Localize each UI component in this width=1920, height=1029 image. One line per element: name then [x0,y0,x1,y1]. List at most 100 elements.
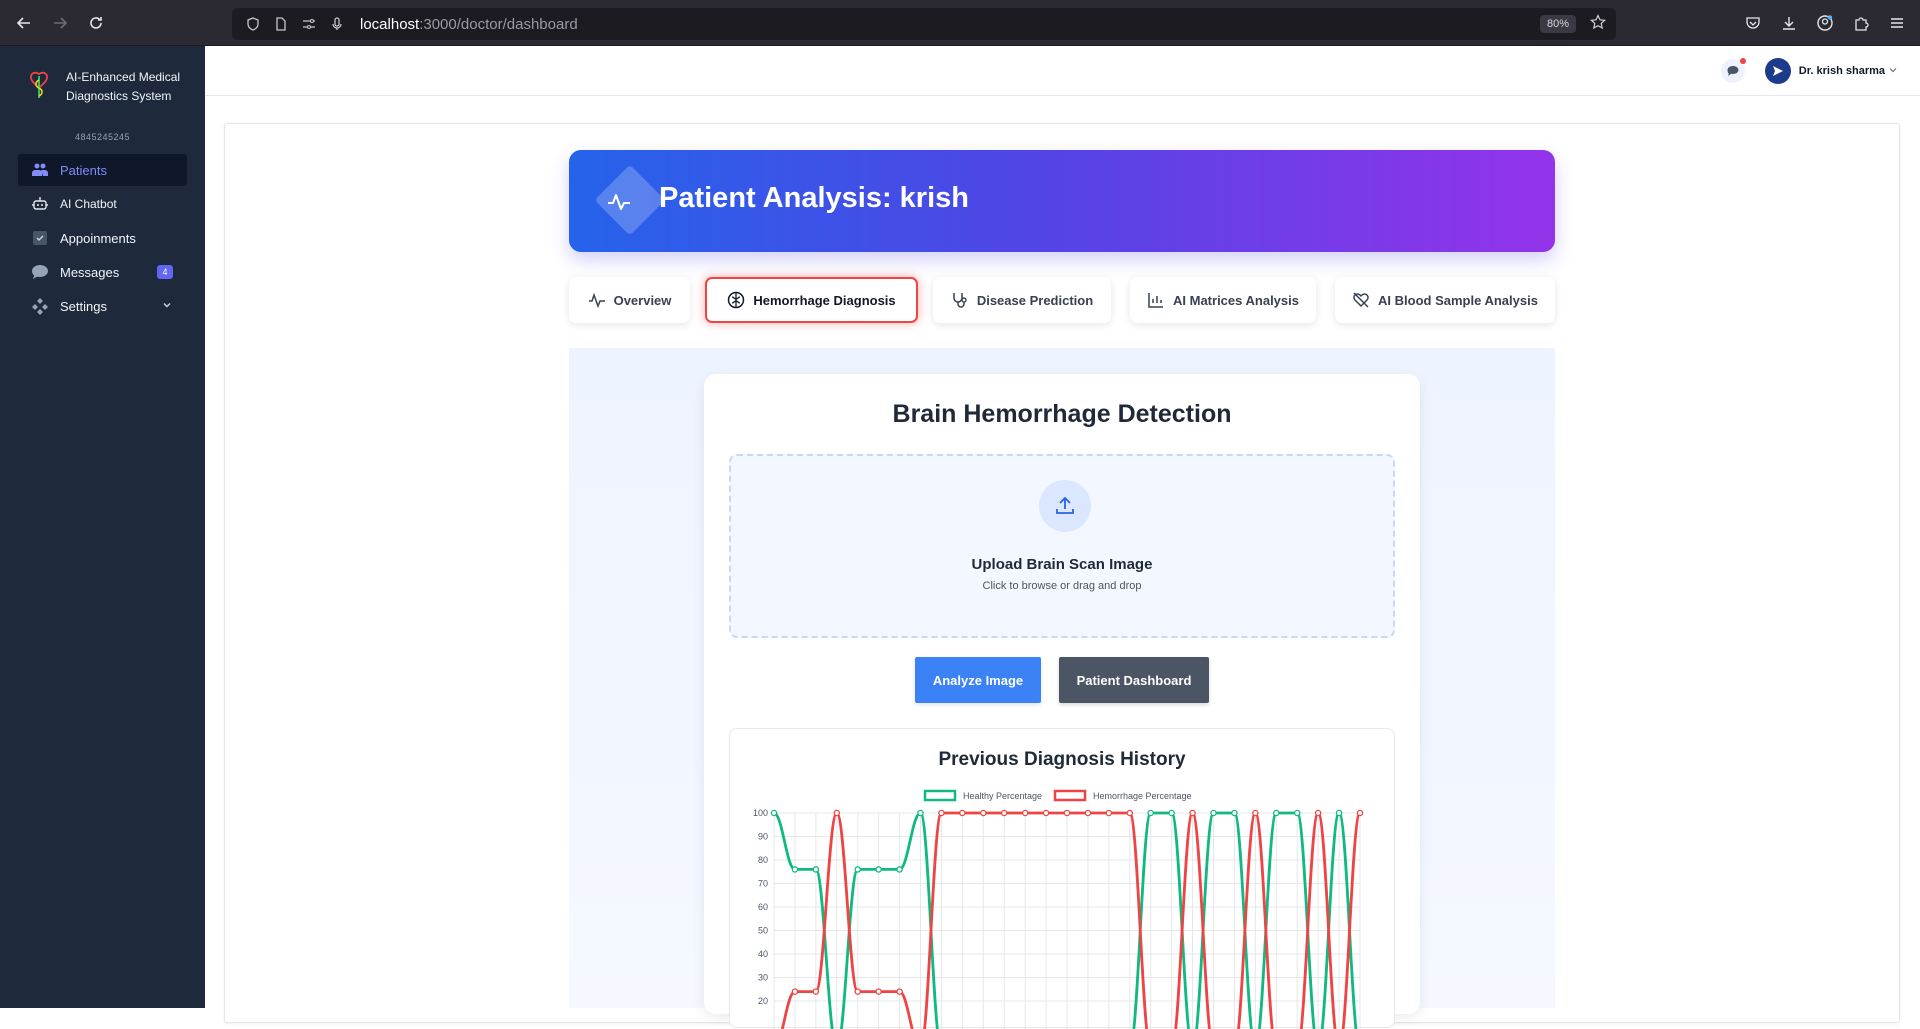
stethoscope-icon [951,291,969,309]
back-icon[interactable] [6,0,42,46]
pocket-icon[interactable] [1742,12,1764,34]
reload-icon[interactable] [78,0,114,46]
diagnosis-history-chart: 100 90 80 70 60 50 40 30 20 Healthy Percentage Hem… [753,789,1364,1029]
forward-icon[interactable] [42,0,78,46]
tab-label: Overview [613,292,672,308]
data-point [1210,809,1217,817]
message-bubble-icon [30,262,50,282]
brain-icon [727,291,745,309]
data-point [1273,809,1280,817]
data-point [791,988,799,995]
tab-hemorrhage-diagnosis[interactable]: Hemorrhage Diagnosis [705,277,918,323]
data-point [1356,809,1364,817]
data-point [875,988,882,995]
data-point [1147,809,1154,817]
messages-count-badge: 4 [157,265,173,279]
sidebar-item-label: Appoinments [60,230,136,246]
tab-label: AI Matrices Analysis [1173,292,1299,308]
patient-analysis-banner: Patient Analysis: krish [569,150,1555,252]
data-point [854,866,861,873]
diagnosis-history-card: Previous Diagnosis History 100 90 80 70 60 50… [729,728,1395,1029]
y-tick-label: 20 [758,996,768,1006]
shield-icon[interactable] [242,13,264,35]
legend-swatch [923,789,957,802]
data-point [1168,809,1175,817]
upload-hint: Click to browse or drag and drop [982,580,1142,592]
browser-tools [1742,0,1908,46]
sidebar-item-appointments[interactable]: Appoinments [18,222,187,254]
tab-ai-matrices-analysis[interactable]: AI Matrices Analysis [1130,277,1316,323]
sidebar-item-settings[interactable]: Settings [18,290,187,322]
data-point [1042,809,1050,817]
chevron-down-icon[interactable] [161,299,173,314]
sidebar: AI-Enhanced Medical Diagnostics System 4… [0,46,205,1008]
data-point [896,988,903,995]
notification-dot [1740,58,1746,64]
y-tick-label: 100 [753,808,768,818]
sidebar-item-patients[interactable]: Patients [18,154,187,186]
chat-notification-icon[interactable] [1721,58,1746,83]
tab-label: AI Blood Sample Analysis [1378,292,1538,308]
menu-icon[interactable] [1886,12,1908,34]
data-point [812,866,820,873]
sidebar-item-label: Patients [60,162,107,178]
legend-label: Healthy Percentage [963,791,1042,801]
extensions-icon[interactable] [1850,12,1872,34]
user-menu[interactable]: Dr. krish sharma [1764,58,1898,84]
data-point [1314,809,1322,817]
address-bar[interactable]: localhost:3000/doctor/dashboard 80% [232,8,1616,40]
calendar-check-icon [30,228,50,248]
data-point [1252,809,1259,817]
tab-label: Disease Prediction [976,292,1094,308]
data-point [980,809,987,817]
data-point [1126,809,1134,817]
brand-line-1: AI-Enhanced Medical [66,70,181,84]
data-point [812,988,820,995]
activity-icon [603,186,635,218]
y-tick-label: 50 [758,926,768,936]
data-point [938,809,945,817]
sidebar-item-ai-chatbot[interactable]: AI Chatbot [18,188,187,220]
data-point [1189,809,1196,817]
legend-swatch [1053,789,1087,802]
sidebar-menu: Patients AI Chatbot Appoinments Messages… [0,154,205,322]
brand[interactable]: AI-Enhanced Medical Diagnostics System [0,46,205,106]
legend-label: Hemorrhage Percentage [1093,791,1192,801]
history-title: Previous Diagnosis History [938,749,1186,770]
analyze-image-button[interactable]: Analyze Image [915,657,1041,703]
y-tick-label: 90 [758,832,768,842]
data-point [1063,809,1071,817]
sidebar-item-messages[interactable]: Messages 4 [18,256,187,288]
tab-label: Hemorrhage Diagnosis [753,292,896,308]
permissions-icon[interactable] [298,13,320,35]
upload-dropzone[interactable]: Upload Brain Scan Image Click to browse … [729,454,1395,638]
doctor-id: 4845245245 [74,132,131,142]
data-point [1021,809,1029,817]
account-icon[interactable] [1814,12,1836,34]
bar-chart-icon [1147,291,1165,309]
brand-name: AI-Enhanced Medical Diagnostics System [66,68,180,106]
patient-dashboard-button[interactable]: Patient Dashboard [1059,657,1209,703]
download-icon[interactable] [1778,12,1800,34]
data-point [917,809,924,817]
user-name: Dr. krish sharma [1798,65,1885,77]
upload-icon [1039,480,1091,532]
settings-icon [30,296,50,316]
microphone-icon[interactable] [326,13,348,35]
upload-title: Upload Brain Scan Image [971,556,1153,573]
avatar [1764,58,1791,84]
data-point [875,866,882,873]
sidebar-item-label: Messages [60,264,120,280]
top-header: Dr. krish sharma [205,46,1920,96]
zoom-level[interactable]: 80% [1539,15,1576,33]
chevron-down-icon [1888,65,1898,78]
data-point [959,809,966,817]
page-icon [270,13,292,35]
bookmark-star-icon[interactable] [1590,14,1606,34]
tab-ai-blood-sample-analysis[interactable]: AI Blood Sample Analysis [1335,277,1555,323]
y-tick-label: 60 [758,902,768,912]
tab-overview[interactable]: Overview [569,277,690,323]
tab-disease-prediction[interactable]: Disease Prediction [933,277,1111,323]
url-text: localhost:3000/doctor/dashboard [360,15,578,33]
data-point [1293,809,1301,817]
